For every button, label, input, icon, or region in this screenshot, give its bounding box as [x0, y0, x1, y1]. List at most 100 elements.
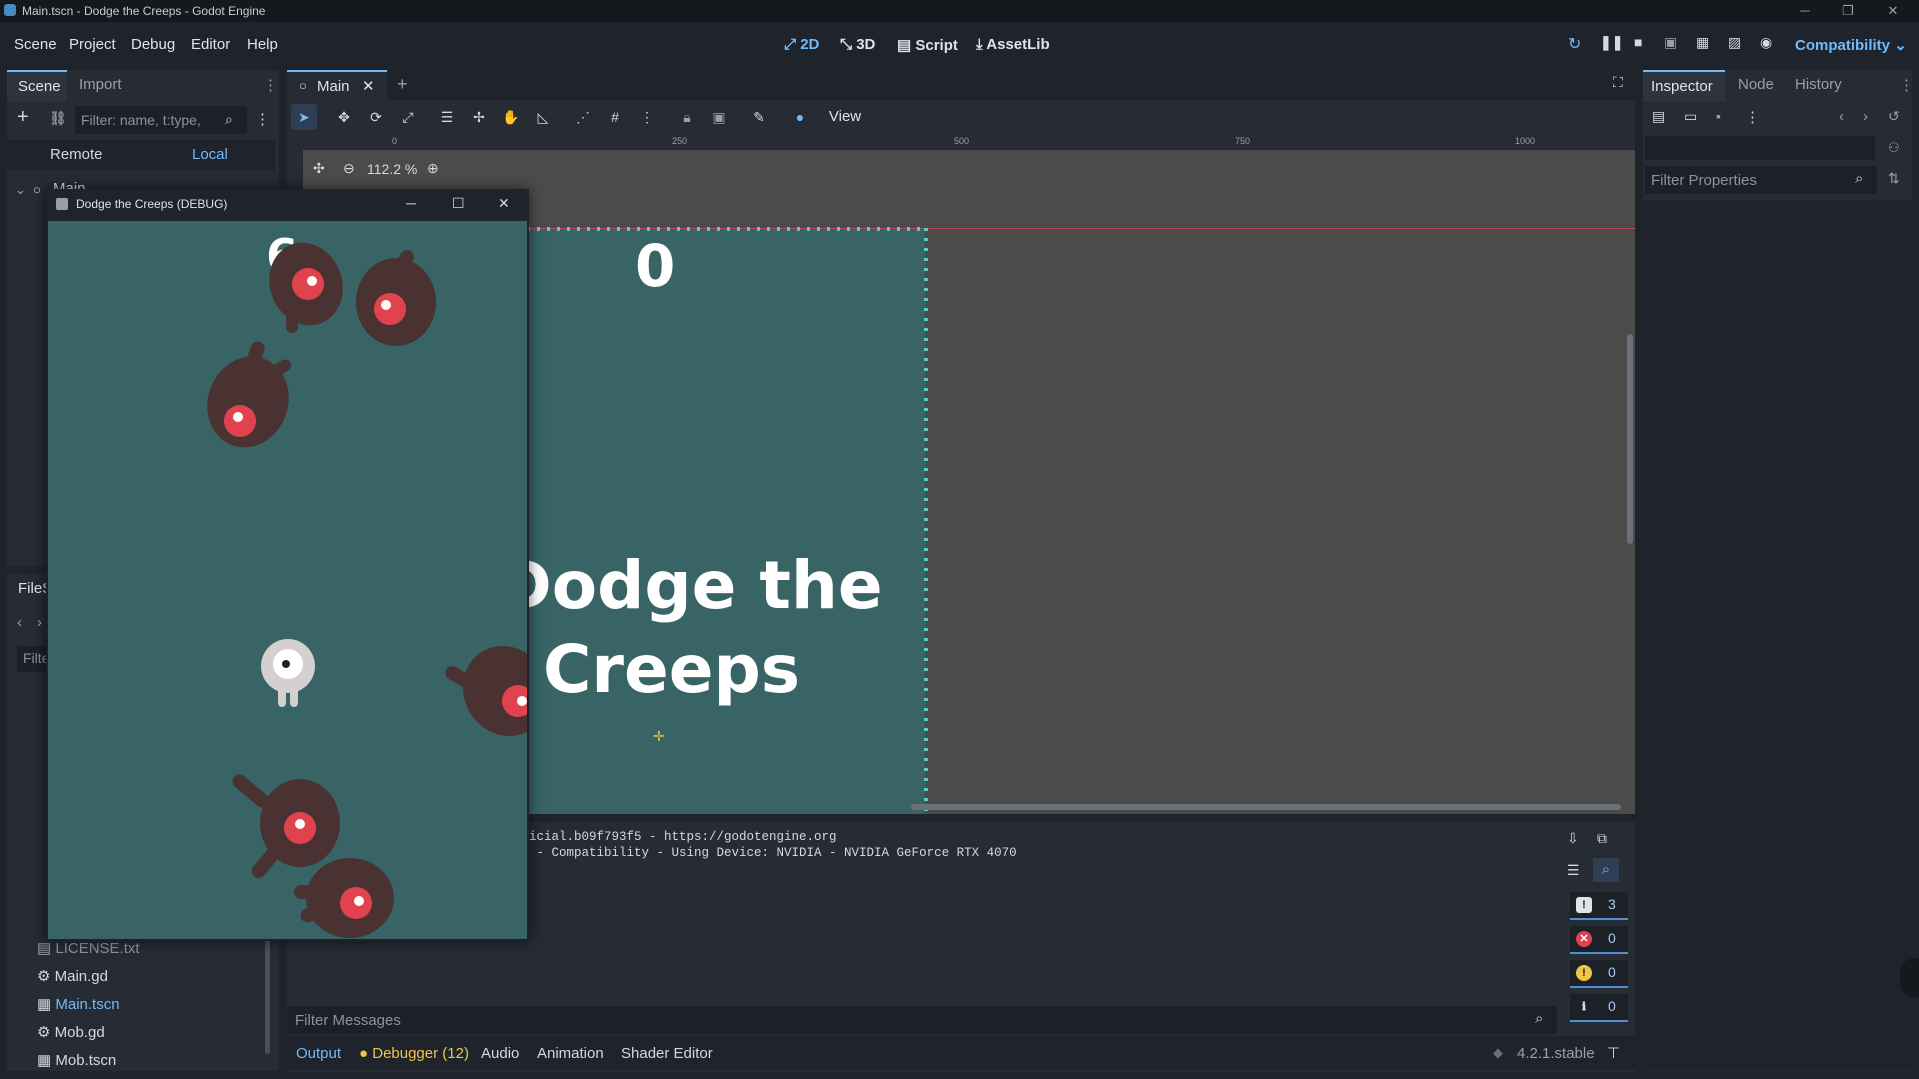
workspace-assetlib-button[interactable]: ⤓ AssetLib: [976, 36, 1050, 53]
horizontal-scrollbar[interactable]: [911, 804, 1621, 810]
menu-scene[interactable]: Scene: [14, 36, 57, 53]
tab-inspector[interactable]: Inspector: [1643, 70, 1725, 102]
vertical-scrollbar[interactable]: [1627, 334, 1633, 544]
menu-project[interactable]: Project: [69, 36, 116, 53]
warnings-toggle[interactable]: ! 0: [1570, 960, 1628, 988]
close-window-icon[interactable]: ✕: [1878, 1, 1908, 21]
list-select-icon[interactable]: ☰: [434, 104, 460, 130]
minimize-icon[interactable]: ─: [406, 195, 416, 211]
dock-menu-icon[interactable]: ⋮: [263, 76, 278, 94]
menu-debug[interactable]: Debug: [131, 36, 175, 53]
forward-icon[interactable]: ›: [37, 614, 42, 631]
remote-debug-icon[interactable]: ▣: [1664, 34, 1677, 51]
run-specific-scene-icon[interactable]: ▨: [1728, 34, 1741, 51]
pan-mode-icon[interactable]: ✋: [498, 104, 524, 130]
renderer-selector[interactable]: Compatibility ⌄: [1795, 36, 1907, 54]
filter-properties-input[interactable]: Filter Properties ⌕: [1645, 166, 1877, 194]
messages-toggle[interactable]: ! 3: [1570, 892, 1628, 920]
zoom-out-icon[interactable]: ⊖: [343, 160, 355, 177]
menu-help[interactable]: Help: [247, 36, 278, 53]
list-item[interactable]: ⚙ Mob.gd: [37, 1023, 105, 1041]
remote-button[interactable]: Remote: [50, 146, 103, 163]
grid-snap-icon[interactable]: #: [602, 104, 628, 130]
workspace-script-button[interactable]: ▤ Script: [897, 36, 958, 54]
list-item[interactable]: ▦ Main.tscn: [37, 995, 120, 1013]
tab-node[interactable]: Node: [1738, 76, 1774, 93]
center-view-icon[interactable]: ✣: [313, 160, 325, 177]
camera-override-icon[interactable]: ●: [787, 104, 813, 130]
open-folder-icon[interactable]: ▭: [1684, 108, 1697, 125]
workspace-2d-button[interactable]: ⤢ 2D: [784, 36, 819, 53]
movie-maker-icon[interactable]: ◉: [1760, 34, 1772, 51]
restore-icon[interactable]: ❐: [1833, 1, 1863, 21]
minimize-icon[interactable]: ─: [1790, 1, 1820, 21]
zoom-in-icon[interactable]: ⊕: [427, 160, 439, 177]
collapse-icon[interactable]: ⌄: [15, 182, 26, 198]
menu-editor[interactable]: Editor: [191, 36, 230, 53]
link-icon[interactable]: ⛓: [49, 110, 67, 127]
stop-icon[interactable]: ■: [1634, 34, 1642, 50]
filter-search-icon[interactable]: ⌕: [1593, 858, 1619, 882]
distraction-free-icon[interactable]: ⛶: [1613, 74, 1623, 91]
scale-mode-icon[interactable]: ⤢: [395, 104, 421, 130]
smart-snap-icon[interactable]: ⋰: [570, 104, 596, 130]
zoom-level[interactable]: 112.2 %: [367, 161, 417, 177]
list-item[interactable]: ▦ Mob.tscn: [37, 1051, 116, 1069]
property-options-icon[interactable]: ⇅: [1888, 170, 1900, 187]
new-resource-icon[interactable]: ▤: [1652, 108, 1665, 125]
maximize-icon[interactable]: ☐: [452, 195, 465, 212]
tab-debugger[interactable]: ● Debugger (12): [359, 1045, 469, 1062]
bone-icon[interactable]: ✎: [746, 104, 772, 130]
tab-import[interactable]: Import: [79, 76, 122, 93]
tab-output[interactable]: Output: [296, 1045, 341, 1062]
workspace-3d-button[interactable]: ⤡ 3D: [840, 36, 875, 53]
tab-history[interactable]: History: [1795, 76, 1842, 93]
back-icon[interactable]: ‹: [1839, 108, 1844, 125]
dock-menu-icon[interactable]: ⋮: [1899, 76, 1914, 94]
pivot-icon[interactable]: ✢: [466, 104, 492, 130]
ruler-mode-icon[interactable]: ◺: [530, 104, 556, 130]
history-icon[interactable]: ↺: [1888, 108, 1900, 125]
rotate-mode-icon[interactable]: ⟳: [363, 104, 389, 130]
forward-icon[interactable]: ›: [1863, 108, 1868, 125]
tab-animation[interactable]: Animation: [537, 1045, 604, 1062]
errors-toggle[interactable]: ✕ 0: [1570, 926, 1628, 954]
lock-icon[interactable]: 🔒︎: [674, 104, 700, 130]
inspector-options-icon[interactable]: ⋮: [1745, 108, 1760, 126]
restart-scene-icon[interactable]: ↻: [1568, 34, 1581, 54]
list-item[interactable]: ⚙ Main.gd: [37, 967, 108, 985]
tab-scene[interactable]: Scene: [7, 70, 67, 102]
pause-icon[interactable]: ❚❚: [1600, 34, 1623, 51]
add-node-icon[interactable]: +: [17, 106, 29, 129]
scrollbar[interactable]: [265, 934, 270, 1054]
close-tab-icon[interactable]: ✕: [362, 77, 375, 95]
back-icon[interactable]: ‹: [17, 614, 22, 631]
game-canvas[interactable]: 6: [48, 221, 527, 939]
tab-main[interactable]: ○ Main ✕: [287, 70, 387, 102]
copy-icon[interactable]: ⧉: [1597, 830, 1607, 847]
tab-audio[interactable]: Audio: [481, 1045, 519, 1062]
run-current-scene-icon[interactable]: ▦: [1696, 34, 1709, 51]
view-menu[interactable]: View: [822, 104, 868, 130]
clear-output-icon[interactable]: ⇩: [1567, 830, 1579, 847]
side-handle[interactable]: [1900, 958, 1919, 998]
close-window-icon[interactable]: ✕: [498, 195, 510, 212]
collapse-messages-icon[interactable]: ☰: [1567, 862, 1580, 879]
save-icon[interactable]: ▪: [1716, 108, 1721, 124]
group-icon[interactable]: ▣: [706, 104, 732, 130]
info-toggle[interactable]: ℹ 0: [1570, 994, 1628, 1022]
list-item[interactable]: ▤ LICENSE.txt: [37, 939, 140, 957]
local-button[interactable]: Local: [192, 146, 228, 163]
tab-shader-editor[interactable]: Shader Editor: [621, 1045, 713, 1062]
move-mode-icon[interactable]: ✥: [331, 104, 357, 130]
add-tab-icon[interactable]: +: [397, 74, 408, 95]
filter-messages-input[interactable]: Filter Messages ⌕: [287, 1006, 1557, 1034]
debug-game-window[interactable]: Dodge the Creeps (DEBUG) ─ ☐ ✕ 6: [46, 189, 529, 941]
object-properties-icon[interactable]: ⚇: [1888, 140, 1900, 156]
expand-panel-icon[interactable]: ⊤: [1607, 1044, 1620, 1062]
select-mode-icon[interactable]: ➤: [291, 104, 317, 130]
scene-options-icon[interactable]: ⋮: [255, 110, 270, 128]
snap-options-icon[interactable]: ⋮: [634, 104, 660, 130]
scene-filter-input[interactable]: Filter: name, t:type, ⌕: [75, 106, 247, 134]
output-line: icial.b09f793f5 - https://godotengine.or…: [529, 830, 837, 844]
